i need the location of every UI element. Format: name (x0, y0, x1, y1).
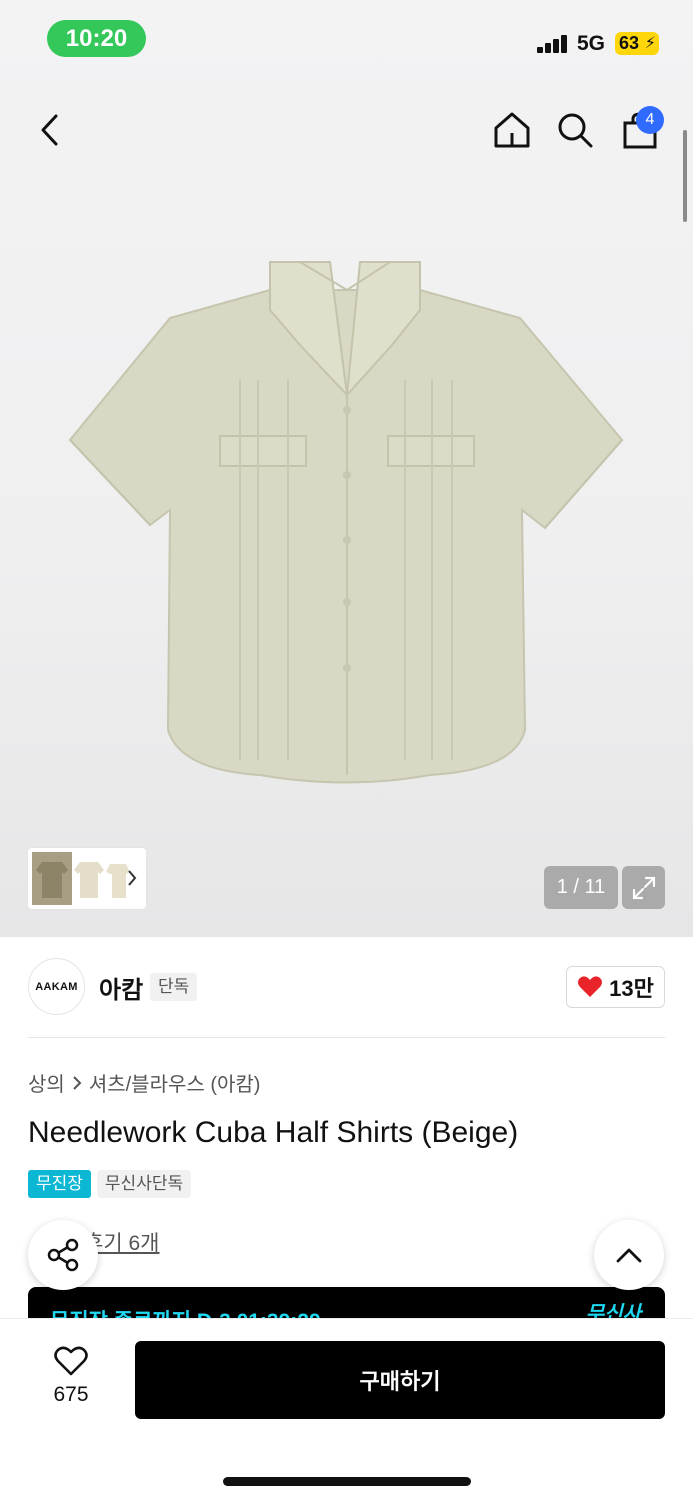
product-image-gallery[interactable]: 4 1 / 11 (0, 0, 693, 937)
home-icon[interactable] (488, 100, 536, 160)
breadcrumb-category[interactable]: 상의 (28, 1068, 65, 1097)
product-tags: 무진장 무신사단독 (28, 1170, 192, 1198)
tag-mujinjang: 무진장 (28, 1170, 91, 1198)
fullscreen-button[interactable] (622, 866, 665, 909)
search-icon[interactable] (551, 100, 599, 160)
bottom-action-bar: 675 구매하기 (0, 1318, 693, 1500)
breadcrumb-subcategory[interactable]: 셔츠/블라우스 (아캄) (89, 1068, 261, 1097)
top-navigation: 4 (0, 100, 693, 160)
brand-name[interactable]: 아캄 (99, 970, 143, 1005)
heart-filled-icon (578, 976, 603, 997)
heart-outline-icon (54, 1346, 88, 1376)
home-indicator (223, 1477, 471, 1486)
battery-level: 63 (619, 33, 640, 53)
product-title: Needlework Cuba Half Shirts (Beige) (28, 1116, 519, 1149)
breadcrumb: 상의 셔츠/블라우스 (아캄) (28, 1068, 260, 1097)
share-icon (47, 1238, 79, 1272)
thumbnail-images (32, 852, 137, 905)
brand-logo[interactable]: AAKAM (28, 958, 85, 1015)
thumbnail-strip[interactable] (28, 848, 146, 909)
chevron-up-icon (616, 1248, 642, 1263)
status-time: 10:20 (47, 20, 146, 57)
scroll-top-button[interactable] (594, 1220, 664, 1290)
image-counter: 1 / 11 (544, 866, 618, 909)
back-icon[interactable] (26, 100, 74, 160)
expand-icon (632, 876, 655, 899)
cart-count-badge: 4 (636, 106, 664, 134)
signal-icon (537, 35, 569, 53)
brand-like-count: 13만 (609, 976, 654, 1001)
brand-like-button[interactable]: 13만 (566, 966, 665, 1008)
divider (28, 1037, 665, 1038)
wishlist-count: 675 (53, 1383, 89, 1406)
battery-icon: 63 ⚡ (615, 32, 659, 55)
network-type: 5G (577, 32, 606, 55)
status-bar: 10:20 5G 63 ⚡ (0, 0, 693, 80)
exclusive-badge: 단독 (150, 973, 198, 1001)
buy-button[interactable]: 구매하기 (135, 1341, 665, 1419)
wishlist-button[interactable]: 675 (40, 1345, 102, 1415)
tag-musinsa-exclusive: 무신사단독 (96, 1170, 192, 1198)
share-button[interactable] (28, 1220, 98, 1290)
chevron-right-icon (73, 1075, 82, 1090)
cart-button[interactable]: 4 (616, 100, 664, 160)
scrollbar[interactable] (683, 130, 687, 222)
